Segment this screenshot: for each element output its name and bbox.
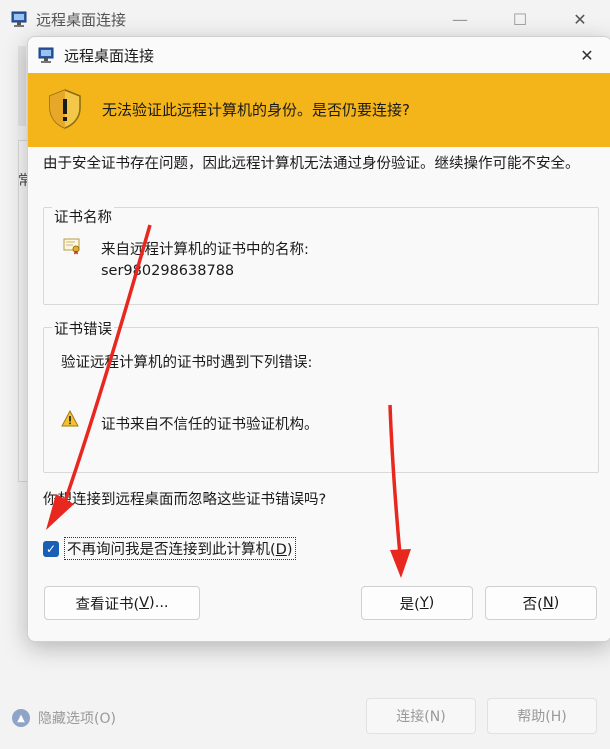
cert-error-description: 验证远程计算机的证书时遇到下列错误: <box>61 355 313 371</box>
minimize-icon[interactable]: — <box>440 6 480 32</box>
warning-description: 由于安全证书存在问题，因此远程计算机无法通过身份验证。继续操作可能不安全。 <box>43 156 580 172</box>
hide-options-label: 隐藏选项(O) <box>38 711 116 727</box>
cert-name-label: 来自远程计算机的证书中的名称: <box>101 242 309 258</box>
background-window-title: 远程桌面连接 <box>36 11 127 29</box>
maximize-icon[interactable]: ☐ <box>500 6 540 32</box>
warning-banner: 无法验证此远程计算机的身份。是否仍要连接? <box>28 73 610 147</box>
cert-error-legend: 证书错误 <box>52 318 114 339</box>
no-button[interactable]: 否(N) <box>485 586 597 620</box>
banner-message: 无法验证此远程计算机的身份。是否仍要连接? <box>102 101 410 119</box>
shield-warning-icon <box>49 89 81 129</box>
connect-button[interactable]: 连接(N) <box>366 698 476 734</box>
remote-desktop-icon <box>38 47 54 63</box>
cert-error-item: 证书来自不信任的证书验证机构。 <box>101 417 319 433</box>
chevron-up-icon: ▲ <box>12 709 30 727</box>
cert-name-value: ser980298638788 <box>101 263 235 279</box>
connect-question: 你想连接到远程桌面而忽略这些证书错误吗? <box>43 492 327 508</box>
certificate-icon <box>63 238 80 255</box>
hide-options-toggle[interactable]: ▲ 隐藏选项(O) <box>12 708 116 728</box>
background-banner-edge <box>18 46 26 126</box>
dialog-titlebar: 远程桌面连接 ✕ <box>28 37 610 73</box>
cert-error-group <box>43 327 599 473</box>
dialog-title: 远程桌面连接 <box>64 47 155 65</box>
close-icon[interactable]: ✕ <box>572 42 602 68</box>
warning-icon <box>61 410 79 427</box>
cert-name-legend: 证书名称 <box>52 206 114 227</box>
background-titlebar: 远程桌面连接 — ☐ ✕ <box>0 0 610 38</box>
view-certificate-button[interactable]: 查看证书(V)... <box>44 586 200 620</box>
certificate-warning-dialog: 远程桌面连接 ✕ 无法验证此远程计算机的身份。是否仍要连接? 由于安全证书存在问… <box>27 36 610 642</box>
remote-desktop-icon <box>11 11 27 27</box>
yes-button[interactable]: 是(Y) <box>361 586 473 620</box>
dont-ask-again-label[interactable]: 不再询问我是否连接到此计算机(D) <box>64 537 296 560</box>
dont-ask-again-checkbox[interactable]: ✓ <box>43 540 59 557</box>
help-button[interactable]: 帮助(H) <box>487 698 597 734</box>
close-icon[interactable]: ✕ <box>560 6 600 32</box>
dont-ask-again-checkbox-row[interactable]: ✓ 不再询问我是否连接到此计算机(D) <box>43 537 296 560</box>
